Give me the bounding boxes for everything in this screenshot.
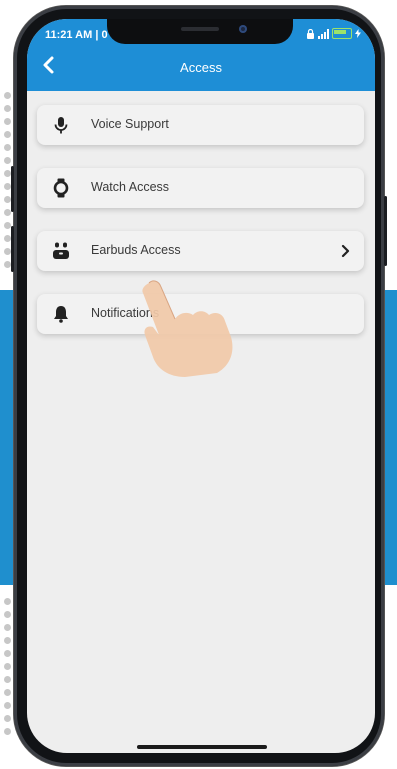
menu-item-label: Watch Access [91,180,170,194]
bell-icon [54,306,68,323]
lock-icon [307,28,314,39]
camera-lens [239,25,247,33]
menu-item-label: Earbuds Access [91,243,181,257]
power-button [384,196,387,266]
status-icons [306,28,361,39]
tap-hand-pointer [142,280,233,377]
volume-up-button [11,166,14,212]
home-indicator [137,745,267,749]
decorative-dots-bottom [4,598,14,741]
menu-item-label: Voice Support [91,117,169,131]
speaker-grille [181,27,219,31]
earbuds-icon [53,242,69,259]
menu-item-watch-access[interactable]: Watch Access [37,168,364,208]
menu-item-voice-support[interactable]: Voice Support [37,105,364,145]
menu-item-earbuds-access[interactable]: Earbuds Access [37,231,364,271]
microphone-icon [54,117,68,134]
chevron-right-icon [341,244,350,258]
page-title: Access [180,60,222,75]
signal-icon [318,28,329,39]
volume-down-button [11,226,14,272]
nav-bar: Access [27,49,375,89]
status-time: 11:21 AM | 0 [45,29,108,41]
watch-icon [53,178,69,198]
battery-icon [332,28,352,39]
camera-notch [107,19,293,44]
charging-icon [355,29,361,38]
phone-screen: 11:21 AM | 0 Access Voice Support Watch … [27,19,375,753]
